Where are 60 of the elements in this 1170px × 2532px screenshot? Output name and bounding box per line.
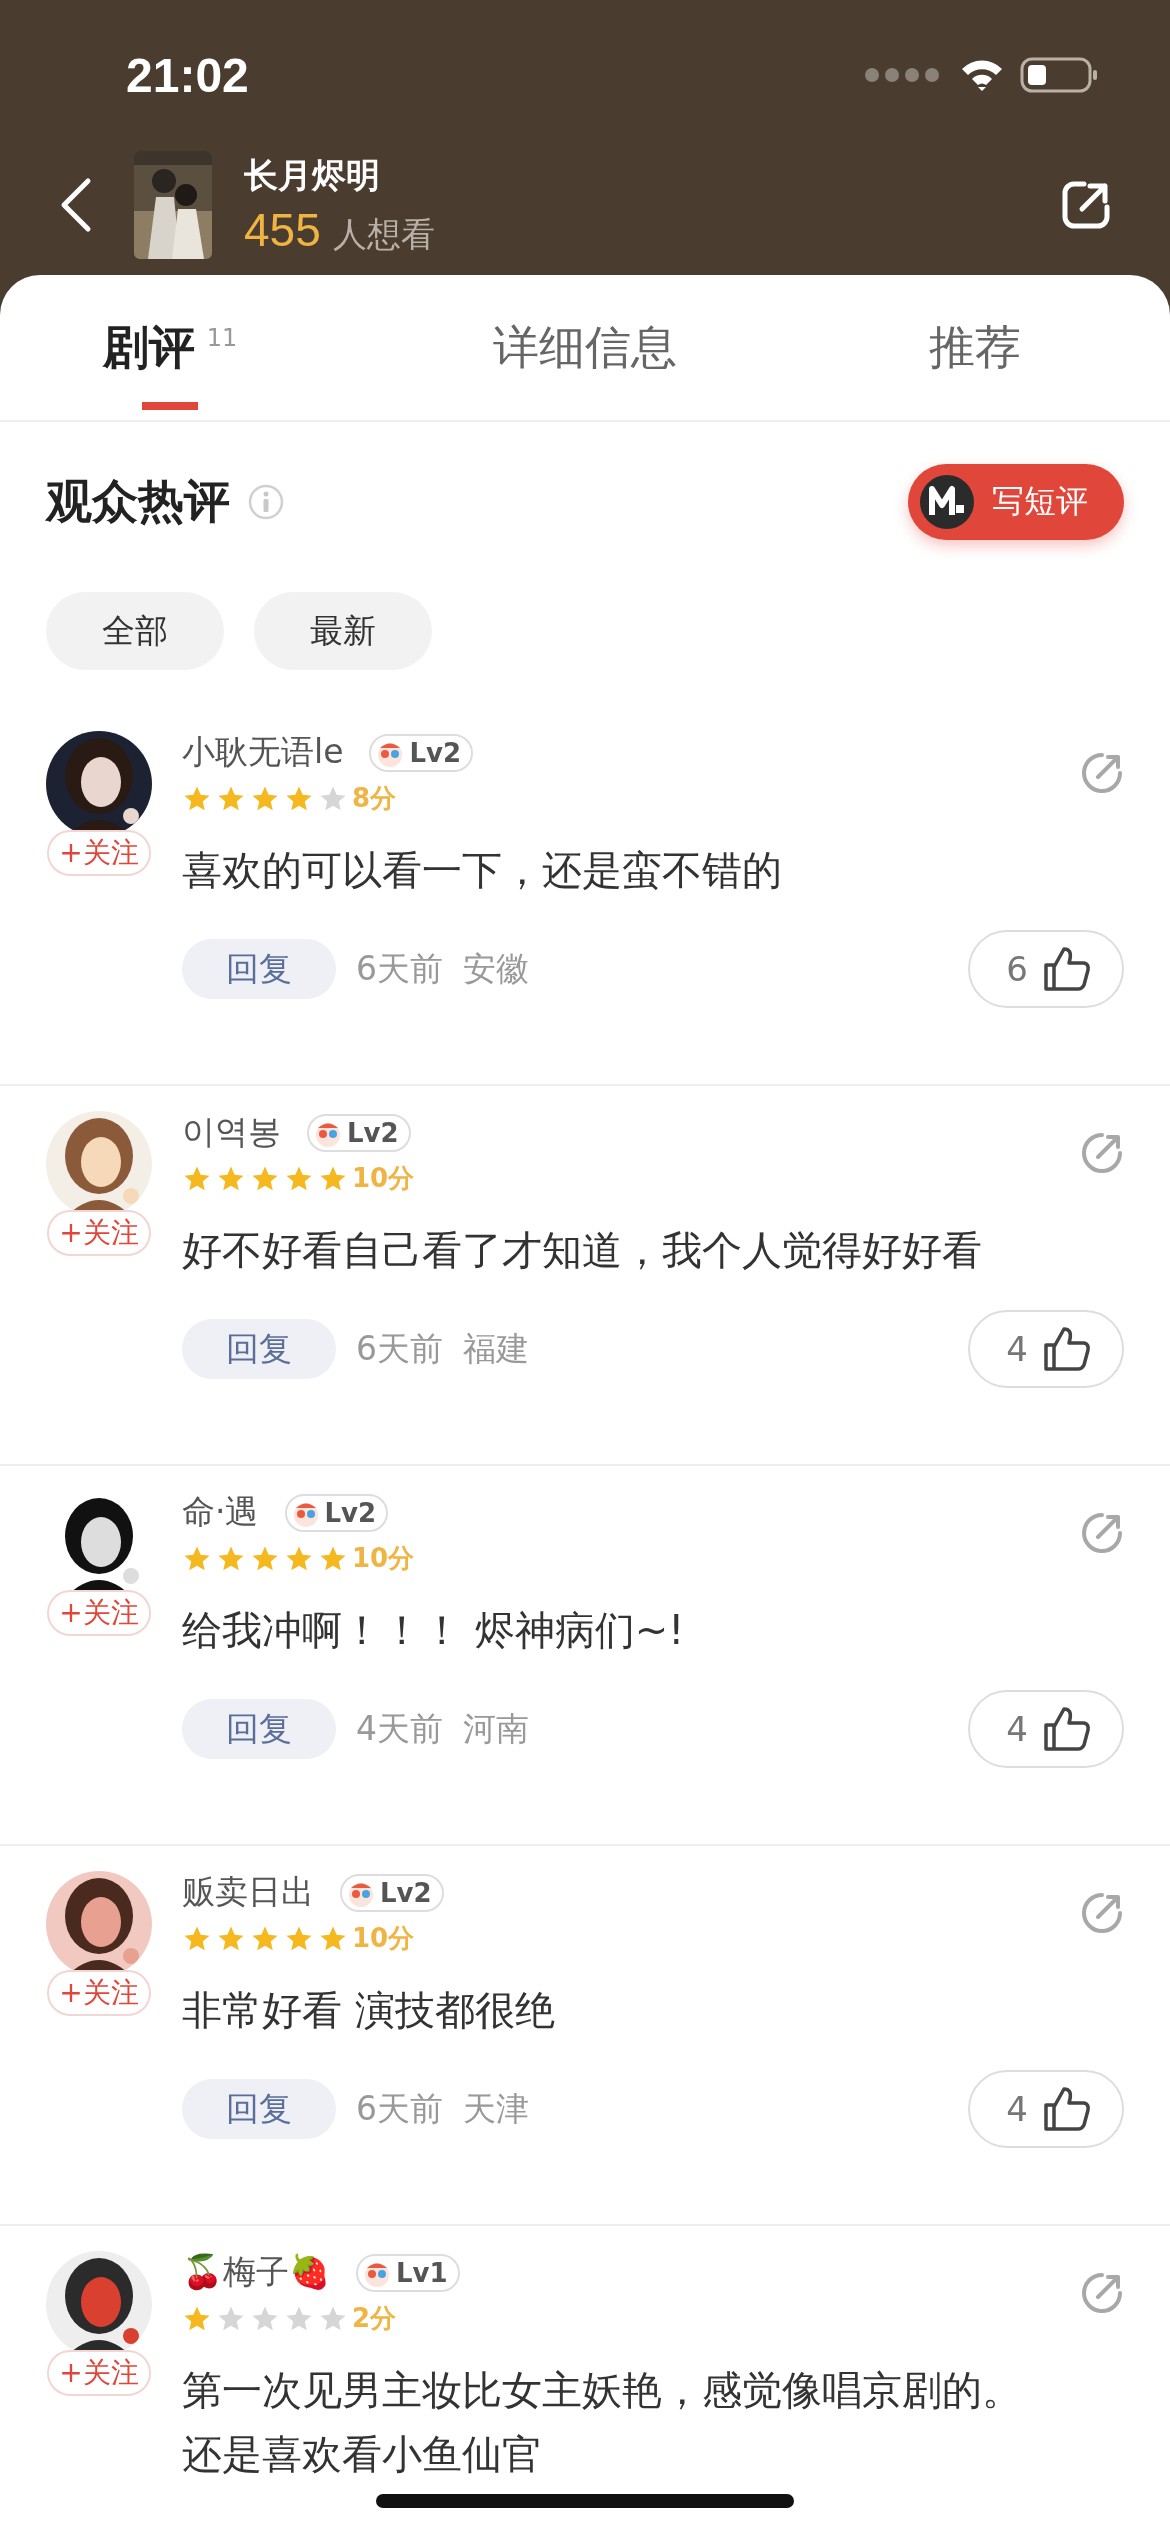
want-count: 455 — [244, 202, 321, 257]
comment-text: 给我冲啊！！！ 烬神病们~! — [182, 1606, 686, 1655]
follow-button[interactable]: +关注 — [47, 830, 151, 876]
thumbs-up-icon — [1042, 2085, 1092, 2133]
location: 福建 — [463, 1327, 529, 1370]
comment-text: 好不好看自己看了才知道，我个人觉得好好看 — [182, 1226, 983, 1275]
info-icon[interactable] — [248, 484, 284, 520]
comment-text: 非常好看 演技都很绝 — [182, 1986, 556, 2035]
thumbs-up-icon — [1042, 1705, 1092, 1753]
thumbs-up-icon — [1042, 1325, 1092, 1373]
reply-button[interactable]: 回复 — [182, 2079, 336, 2139]
user-name: 이역봉 — [182, 1111, 281, 1153]
comment-text: 第一次见男主妆比女主妖艳，感觉像唱京剧的。还是喜欢看小鱼仙官 — [182, 2366, 1023, 2479]
user-name: 命·遇 — [182, 1491, 259, 1533]
post-time: 6天前 — [356, 947, 443, 990]
level-badge: Lv2 — [307, 1113, 411, 1152]
score: 10分 — [352, 1542, 415, 1575]
filter-chip[interactable]: 最新 — [254, 592, 432, 670]
follow-button[interactable]: +关注 — [47, 1210, 151, 1256]
status-time: 21:02 — [126, 47, 249, 103]
reply-button[interactable]: 回复 — [182, 939, 336, 999]
reply-button[interactable]: 回复 — [182, 1699, 336, 1759]
tab[interactable]: 推荐 — [780, 275, 1170, 420]
score: 10分 — [352, 1162, 415, 1195]
score: 2分 — [352, 2302, 397, 2335]
follow-button[interactable]: +关注 — [47, 2350, 151, 2396]
level-badge: Lv2 — [369, 733, 474, 772]
level-badge: Lv2 — [340, 1873, 444, 1912]
level-badge: Lv2 — [284, 1493, 389, 1532]
level-badge: Lv1 — [356, 2253, 460, 2292]
follow-button[interactable]: +关注 — [47, 1970, 151, 2016]
user-name: 🍒梅子🍓 — [182, 2251, 330, 2293]
reply-button[interactable]: 回复 — [182, 1319, 336, 1379]
post-time: 6天前 — [356, 2087, 443, 2130]
thumbs-up-icon — [1042, 945, 1092, 993]
share-icon[interactable] — [1060, 179, 1112, 231]
post-time: 6天前 — [356, 1327, 443, 1370]
show-title: 长月烬明 — [244, 153, 381, 197]
user-name: 小耿无语le — [182, 731, 344, 773]
logo-icon — [920, 475, 974, 529]
like-button[interactable]: 6 — [968, 930, 1124, 1008]
write-review-button[interactable]: 写短评 — [908, 464, 1124, 540]
like-button[interactable]: 4 — [968, 1690, 1124, 1768]
comment-text: 喜欢的可以看一下，还是蛮不错的 — [182, 846, 783, 895]
tab[interactable]: 详细信息 — [390, 275, 780, 420]
like-button[interactable]: 4 — [968, 2070, 1124, 2148]
location: 安徽 — [463, 947, 529, 990]
location: 河南 — [463, 1707, 529, 1750]
like-button[interactable]: 4 — [968, 1310, 1124, 1388]
tab[interactable]: 剧评 $^{11}$ — [0, 275, 390, 420]
follow-button[interactable]: +关注 — [47, 1590, 151, 1636]
section-title: 观众热评 — [46, 473, 230, 530]
location: 天津 — [463, 2087, 529, 2130]
score: 10分 — [352, 1922, 415, 1955]
post-time: 4天前 — [356, 1707, 443, 1750]
score: 8分 — [352, 782, 397, 815]
filter-chip[interactable]: 全部 — [46, 592, 224, 670]
battery-icon — [1020, 55, 1100, 95]
user-name: 贩卖日出 — [182, 1871, 314, 1913]
want-label: 人想看 — [332, 212, 435, 256]
